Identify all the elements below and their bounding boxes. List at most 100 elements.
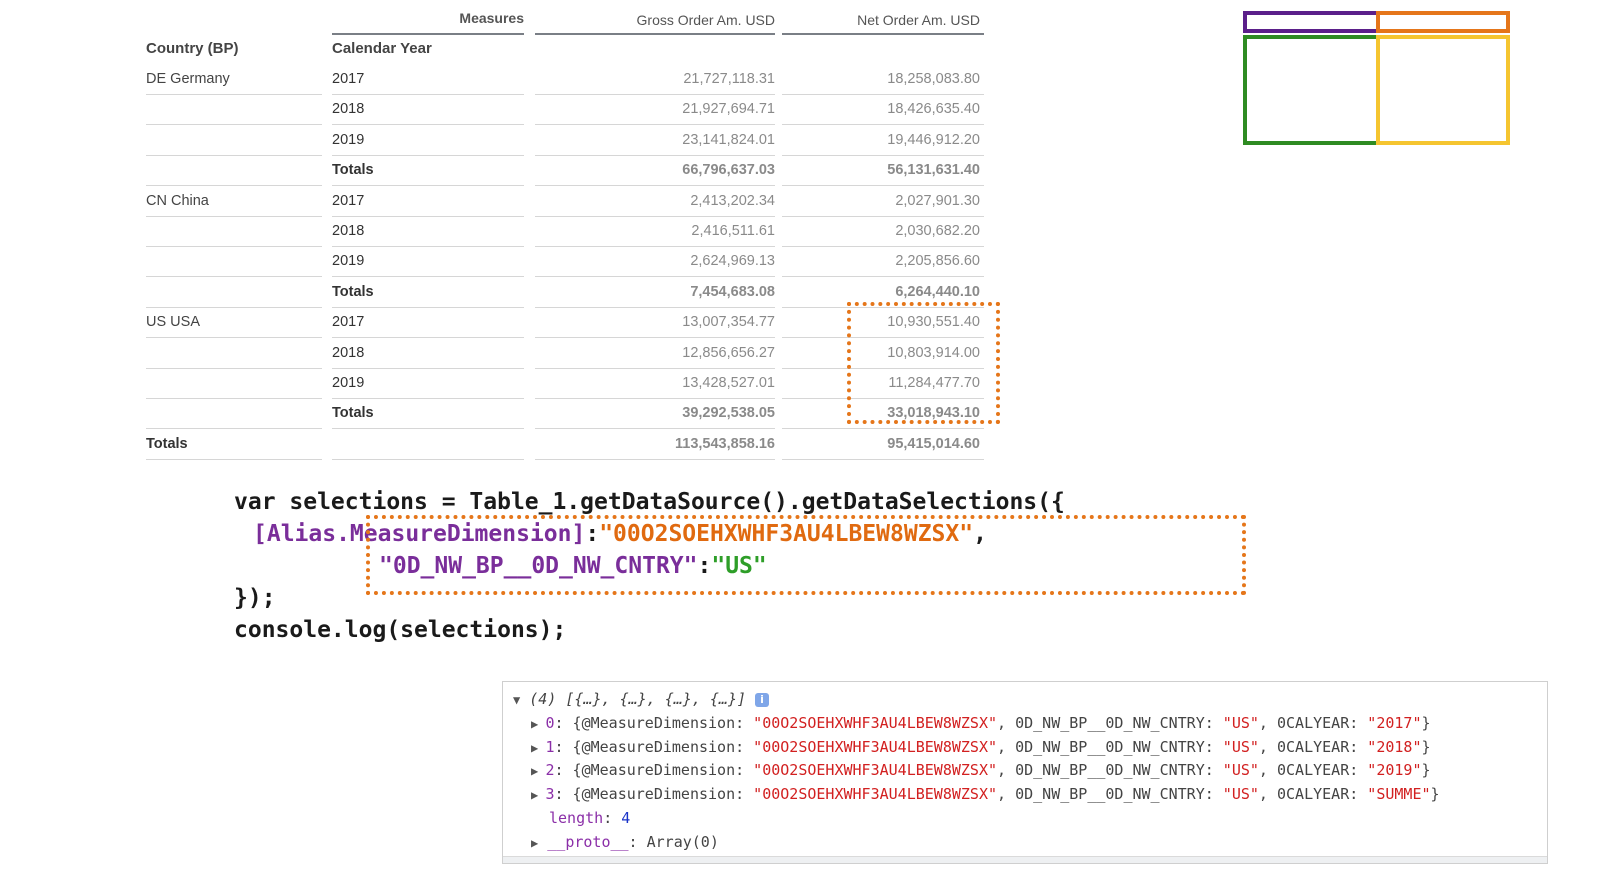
gross-cell: 39,292,538.05 [682, 405, 775, 422]
country-column-header: Country (BP) [146, 40, 239, 57]
net-cell: 18,258,083.80 [887, 71, 980, 87]
console-proto-line[interactable]: ▶ __proto__: Array(0) [531, 831, 719, 854]
collapsed-triangle-icon[interactable]: ▶ [531, 836, 538, 850]
proto-key: __proto__ [547, 833, 629, 851]
measure-value: "00O2SOEHXWHF3AU4LBEW8WZSX" [753, 714, 998, 732]
country-cell: DE Germany [146, 71, 230, 87]
selection-args-highlight [366, 515, 1246, 595]
year-value: "SUMME" [1367, 784, 1431, 803]
year-cell: Totals [332, 283, 374, 300]
info-icon[interactable]: i [755, 692, 770, 707]
country-key: 0D_NW_BP__0D_NW_CNTRY [1015, 761, 1205, 779]
proto-value: Array(0) [646, 833, 719, 851]
table-row[interactable]: 2019 23,141,824.01 19,446,912.20 [0, 125, 1000, 155]
year-cell: 2017 [332, 192, 365, 209]
net-cell: 18,426,635.40 [887, 101, 980, 118]
console-entry[interactable]: ▶ 2: {@MeasureDimension: "00O2SOEHXWHF3A… [531, 759, 1431, 782]
console-entry[interactable]: ▶ 1: {@MeasureDimension: "00O2SOEHXWHF3A… [531, 736, 1431, 759]
year-key: 0CALYEAR [1276, 714, 1350, 732]
row-divider [535, 458, 775, 460]
year-cell: 2019 [332, 253, 365, 270]
gross-cell: 7,454,683.08 [690, 283, 775, 300]
country-key: 0D_NW_BP__0D_NW_CNTRY [1015, 737, 1205, 756]
console-panel: ▼ (4) [{…}, {…}, {…}, {…}] i ▶ 0: {@Meas… [502, 681, 1548, 864]
gross-cell: 2,413,202.34 [690, 192, 775, 209]
country-key: 0D_NW_BP__0D_NW_CNTRY [1015, 714, 1205, 732]
console-entry[interactable]: ▶ 3: {@MeasureDimension: "00O2SOEHXWHF3A… [531, 783, 1440, 806]
net-cell: 56,131,631.40 [887, 162, 980, 179]
year-column-header: Calendar Year [332, 40, 432, 57]
year-value: "2019" [1367, 761, 1422, 779]
code-line-5: console.log(selections); [234, 617, 567, 643]
year-cell: 2019 [332, 131, 365, 148]
measure-value: "00O2SOEHXWHF3AU4LBEW8WZSX" [753, 784, 998, 803]
country-value: "US" [1222, 761, 1259, 779]
gross-cell: 21,727,118.31 [683, 71, 775, 87]
slide: Measures Gross Order Am. USD Net Order A… [0, 0, 1600, 872]
collapsed-triangle-icon[interactable]: ▶ [531, 717, 545, 731]
table-row[interactable]: 2018 2,416,511.61 2,030,682.20 [0, 216, 1000, 246]
row-divider [782, 458, 984, 460]
measure-key: @MeasureDimension [581, 737, 736, 756]
measure-value: "00O2SOEHXWHF3AU4LBEW8WZSX" [753, 761, 998, 779]
gross-cell: 66,796,637.03 [682, 162, 775, 179]
year-cell: 2017 [332, 71, 365, 87]
net-cell: 19,446,912.20 [887, 131, 980, 148]
collapsed-triangle-icon[interactable]: ▶ [531, 788, 545, 802]
gross-cell: 2,624,969.13 [690, 253, 775, 270]
country-value: "US" [1222, 737, 1259, 756]
expand-triangle-icon[interactable]: ▼ [513, 693, 520, 707]
measure-key: @MeasureDimension [581, 714, 736, 732]
row-divider [332, 458, 524, 460]
country-key: 0D_NW_BP__0D_NW_CNTRY [1015, 784, 1205, 803]
table-row[interactable]: Totals 66,796,637.03 56,131,631.40 [0, 155, 1000, 185]
console-scrollbar[interactable] [503, 856, 1547, 863]
measure-key: @MeasureDimension [581, 784, 736, 803]
array-summary: (4) [{…}, {…}, {…}, {…}] [529, 690, 747, 708]
country-cell: US USA [146, 314, 200, 331]
measures-header: Measures [459, 10, 524, 26]
gross-cell: 12,856,656.27 [682, 344, 775, 361]
header-divider-net [782, 33, 984, 35]
year-cell: Totals [332, 162, 374, 179]
year-cell: 2018 [332, 223, 365, 239]
legend-box-green [1243, 35, 1380, 145]
year-key: 0CALYEAR [1276, 784, 1350, 803]
table-row[interactable]: Totals 113,543,858.16 95,415,014.60 [0, 429, 1000, 459]
year-key: 0CALYEAR [1276, 737, 1350, 756]
collapsed-triangle-icon[interactable]: ▶ [531, 764, 545, 778]
gross-cell: 21,927,694.71 [682, 101, 775, 118]
country-value: "US" [1222, 714, 1259, 732]
net-cell: 95,415,014.60 [887, 435, 980, 452]
table-row[interactable]: CN China 2017 2,413,202.34 2,027,901.30 [0, 186, 1000, 216]
header-divider-dimensions [332, 33, 524, 35]
gross-cell: 13,007,354.77 [682, 314, 775, 331]
us-net-values-highlight [847, 302, 1000, 424]
year-cell: Totals [332, 405, 374, 422]
collapsed-triangle-icon[interactable]: ▶ [531, 741, 545, 755]
gross-cell: 23,141,824.01 [682, 131, 775, 148]
net-cell: 2,027,901.30 [895, 192, 980, 209]
country-value: "US" [1222, 784, 1259, 803]
gross-cell: 13,428,527.01 [682, 375, 775, 391]
year-value: "2017" [1367, 714, 1422, 732]
country-cell: Totals [146, 435, 188, 452]
gross-cell: 2,416,511.61 [691, 223, 775, 239]
net-cell: 2,030,682.20 [895, 223, 980, 239]
year-cell: 2019 [332, 375, 365, 391]
legend-box-purple [1243, 11, 1380, 33]
console-length-line: length: 4 [549, 809, 631, 827]
year-key: 0CALYEAR [1276, 761, 1350, 779]
code-line-4: }); [234, 585, 276, 611]
gross-order-header: Gross Order Am. USD [636, 12, 775, 28]
console-array-header[interactable]: ▼ (4) [{…}, {…}, {…}, {…}] i [513, 688, 770, 711]
console-entry[interactable]: ▶ 0: {@MeasureDimension: "00O2SOEHXWHF3A… [531, 712, 1431, 735]
table-row[interactable]: 2018 21,927,694.71 18,426,635.40 [0, 94, 1000, 124]
gross-cell: 113,543,858.16 [675, 435, 775, 452]
table-row[interactable]: 2019 2,624,969.13 2,205,856.60 [0, 246, 1000, 276]
header-divider-gross [535, 33, 775, 35]
table-row[interactable]: DE Germany 2017 21,727,118.31 18,258,083.80 [0, 64, 1000, 94]
legend-box-yellow [1376, 35, 1510, 145]
net-cell: 2,205,856.60 [895, 253, 980, 270]
net-order-header: Net Order Am. USD [857, 12, 980, 28]
